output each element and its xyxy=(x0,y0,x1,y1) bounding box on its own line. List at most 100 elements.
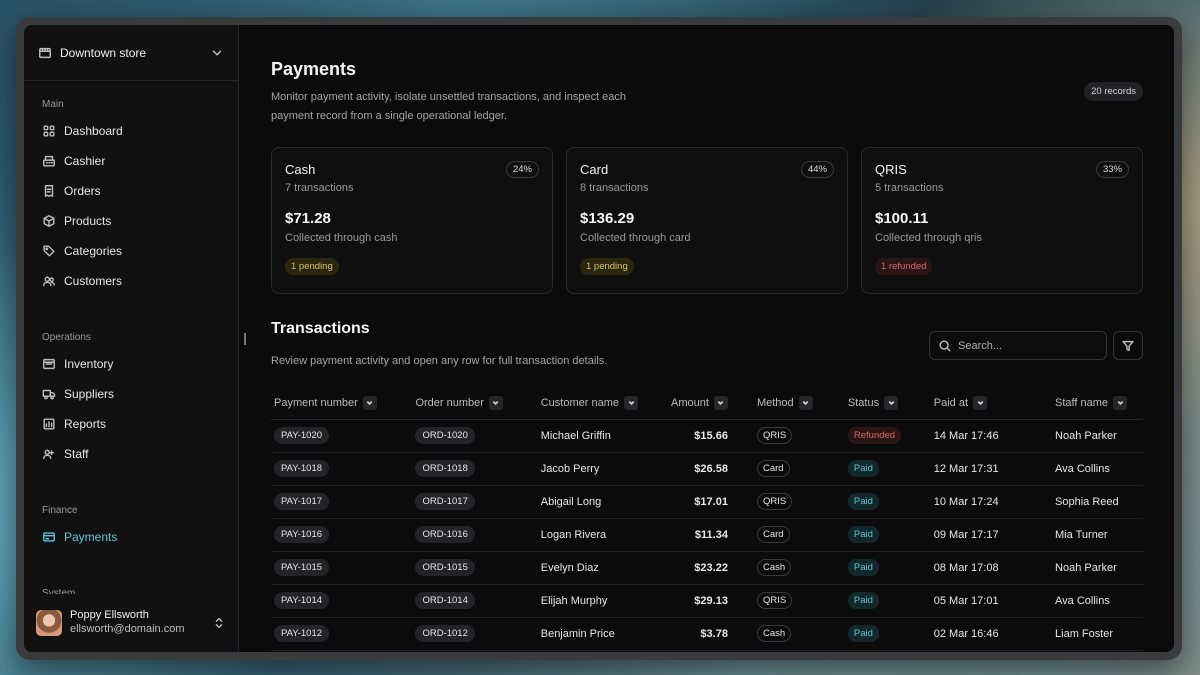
column-header-status[interactable]: Status xyxy=(844,387,931,420)
card-title: QRIS xyxy=(875,162,907,177)
search-input[interactable] xyxy=(958,339,1088,352)
receipt-icon xyxy=(42,184,56,198)
user-info: Poppy Ellsworth ellsworth@domain.com xyxy=(70,609,204,637)
sidebar-item-label: Products xyxy=(64,214,112,228)
customer-name: Abigail Long xyxy=(537,485,664,519)
order-number: ORD-1018 xyxy=(415,460,475,477)
column-header-label: Paid at xyxy=(933,396,969,409)
sidebar: Downtown store Main Dashboard Cashier Order… xyxy=(24,25,239,652)
column-header-amount[interactable]: Amount xyxy=(663,387,754,420)
card-note: Collected through cash xyxy=(285,232,398,244)
customer-name: Michael Griffin xyxy=(537,419,664,453)
store-switcher[interactable]: Downtown store xyxy=(24,25,238,81)
section-label: Operations xyxy=(42,332,91,343)
window-frame: Downtown store Main Dashboard Cashier Order… xyxy=(16,17,1182,660)
sort-chevron-icon[interactable] xyxy=(488,395,503,410)
store-icon xyxy=(38,46,52,60)
staff-name: Ava Collins xyxy=(1052,452,1143,486)
column-header-paid-at[interactable]: Paid at xyxy=(930,387,1053,420)
summary-card-card[interactable]: Card 8 transactions 44% $136.29 Collected th… xyxy=(566,147,848,294)
payment-cell: PAY-1016 xyxy=(271,518,413,552)
sidebar-item-categories[interactable]: Categories xyxy=(32,236,230,266)
sidebar-item-customers[interactable]: Customers xyxy=(32,266,230,296)
table-body: PAY-1020 ORD-1020 Michael Griffin $15.66 QRI… xyxy=(271,419,1143,652)
customer-name: Elijah Murphy xyxy=(537,584,664,618)
sidebar-item-orders[interactable]: Orders xyxy=(32,176,230,206)
amount: $21.52 xyxy=(663,650,754,652)
staff-name: Mia Turner xyxy=(1052,518,1143,552)
table-header-row: Payment number Order number Customer name A… xyxy=(271,387,1143,420)
status-cell: Paid xyxy=(844,617,931,651)
filter-icon xyxy=(1121,339,1135,353)
column-header-label: Staff name xyxy=(1055,396,1109,409)
customer-name: Jacob Perry xyxy=(537,452,664,486)
card-percent-badge: 44% xyxy=(800,161,834,178)
staff-name: Ava Collins xyxy=(1052,584,1143,618)
sort-chevron-icon[interactable] xyxy=(1113,395,1128,410)
filter-button[interactable] xyxy=(1113,331,1143,360)
column-header-payment-number[interactable]: Payment number xyxy=(271,387,413,420)
paid-at: 08 Mar 17:08 xyxy=(930,551,1053,585)
status-cell: Paid xyxy=(844,551,931,585)
payment-number: PAY-1018 xyxy=(274,460,330,477)
column-header-order-number[interactable]: Order number xyxy=(412,387,538,420)
summary-card-qris[interactable]: QRIS 5 transactions 33% $100.11 Collected th… xyxy=(861,147,1143,294)
sidebar-item-reports[interactable]: Reports xyxy=(32,409,230,439)
table-row[interactable]: PAY-1014 ORD-1014 Elijah Murphy $29.13 QRIS P… xyxy=(271,584,1143,618)
column-header-staff-name[interactable]: Staff name xyxy=(1052,387,1143,420)
sort-chevron-icon[interactable] xyxy=(713,395,728,410)
sort-chevron-icon[interactable] xyxy=(624,395,638,410)
card-status-badge: 1 pending xyxy=(580,258,634,275)
sidebar-item-staff[interactable]: Staff xyxy=(32,439,230,469)
card-percent-badge: 24% xyxy=(505,161,539,178)
paid-at: 09 Mar 17:17 xyxy=(930,518,1053,552)
payment-cell: PAY-1020 xyxy=(271,419,413,453)
search-icon xyxy=(938,339,952,353)
sidebar-item-suppliers[interactable]: Suppliers xyxy=(32,379,230,409)
table-row[interactable]: PAY-1020 ORD-1020 Michael Griffin $15.66 QRI… xyxy=(271,419,1143,453)
card-note: Collected through card xyxy=(580,232,691,244)
user-menu[interactable]: Poppy Ellsworth ellsworth@domain.com xyxy=(24,594,238,652)
table-row[interactable]: PAY-1011ORD-1011Amelia Ward$21.52CardPai… xyxy=(271,650,1143,652)
order-number: ORD-1017 xyxy=(415,493,475,510)
staff-icon xyxy=(42,447,56,461)
store-name: Downtown store xyxy=(60,45,147,60)
sidebar-item-cashier[interactable]: Cashier xyxy=(32,146,230,176)
method-cell: QRIS xyxy=(753,584,845,618)
column-header-method[interactable]: Method xyxy=(753,387,845,420)
register-icon xyxy=(42,154,56,168)
method-cell: Card xyxy=(753,650,845,652)
column-header-label: Amount xyxy=(671,396,709,409)
column-header-customer-name[interactable]: Customer name xyxy=(537,387,664,420)
staff-name: Noah Parker xyxy=(1052,419,1143,453)
status-cell: Paid xyxy=(844,518,931,552)
table-row[interactable]: PAY-1018 ORD-1018 Jacob Perry $26.58 Card Pai… xyxy=(271,452,1143,486)
table-row[interactable]: PAY-1015 ORD-1015 Evelyn Diaz $23.22 Cash Pai… xyxy=(271,551,1143,585)
paid-at: 05 Mar 17:01 xyxy=(930,584,1053,618)
sort-chevron-icon[interactable] xyxy=(798,395,813,410)
sidebar-item-inventory[interactable]: Inventory xyxy=(32,349,230,379)
customer-name: Amelia Ward xyxy=(537,650,664,652)
sidebar-item-products[interactable]: Products xyxy=(32,206,230,236)
staff-name: Noah Parker xyxy=(1052,551,1143,585)
method-badge: Card xyxy=(756,526,790,543)
sort-chevron-icon[interactable] xyxy=(973,395,988,410)
user-email: ellsworth@domain.com xyxy=(70,623,185,635)
sidebar-item-dashboard[interactable]: Dashboard xyxy=(32,116,230,146)
amount: $11.34 xyxy=(663,518,754,552)
sort-chevron-icon[interactable] xyxy=(362,395,377,410)
table-row[interactable]: PAY-1017 ORD-1017 Abigail Long $17.01 QRIS Pa… xyxy=(271,485,1143,519)
method-cell: Cash xyxy=(753,617,845,651)
sidebar-item-label: Staff xyxy=(64,447,89,461)
method-badge: QRIS xyxy=(756,493,793,510)
table-row[interactable]: PAY-1016 ORD-1016 Logan Rivera $11.34 Card Pa… xyxy=(271,518,1143,552)
chevron-down-icon xyxy=(210,46,224,60)
payment-number: PAY-1017 xyxy=(274,493,330,510)
table-row[interactable]: PAY-1012 ORD-1012 Benjamin Price $3.78 Cash P… xyxy=(271,617,1143,651)
sidebar-item-payments[interactable]: Payments xyxy=(32,522,230,552)
sidebar-item-label: Reports xyxy=(64,417,107,431)
card-transaction-count: 7 transactions xyxy=(285,182,354,194)
sort-chevron-icon[interactable] xyxy=(884,395,899,410)
summary-card-cash[interactable]: Cash 7 transactions 24% $71.28 Collected thr… xyxy=(271,147,553,294)
